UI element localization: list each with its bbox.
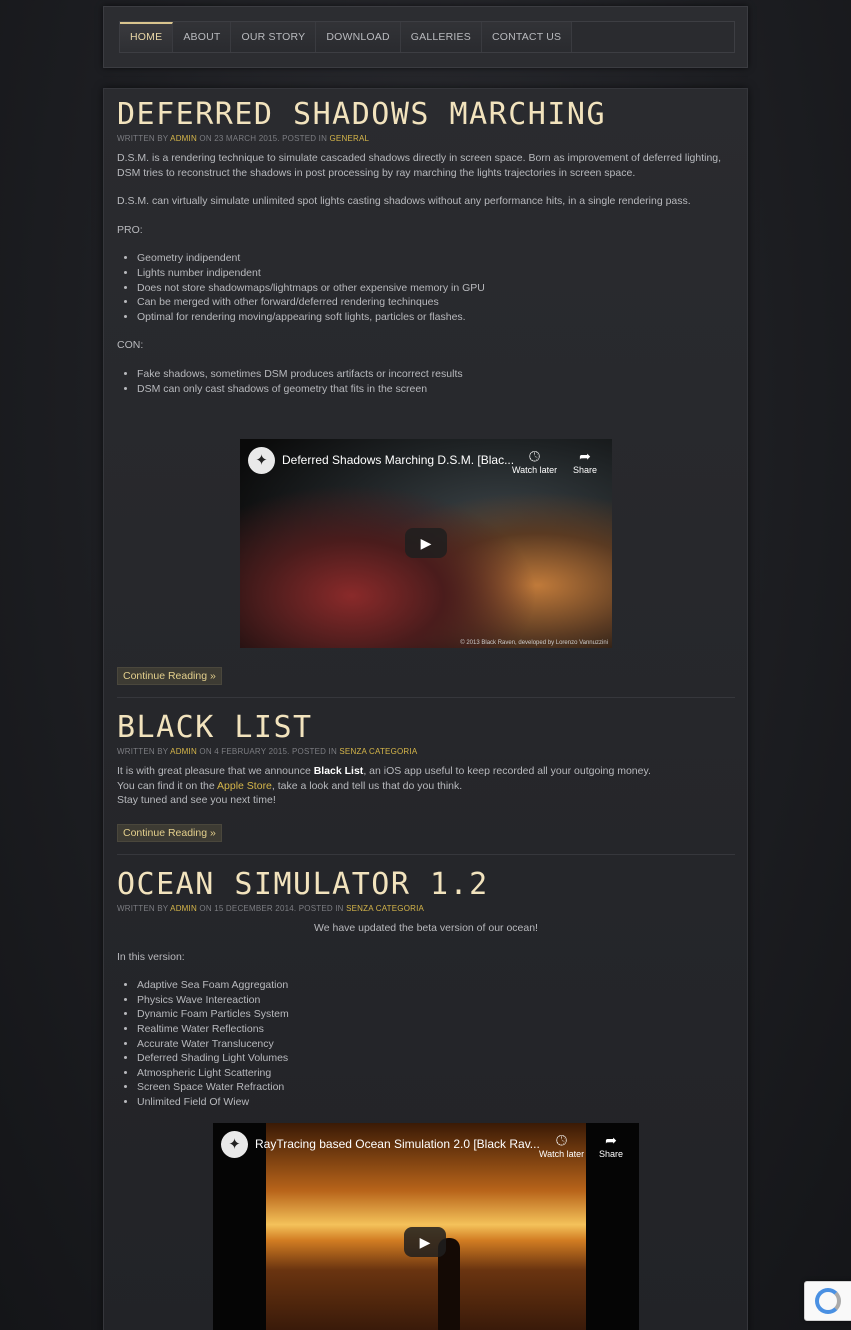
- post-paragraph: D.S.M. can virtually simulate unlimited …: [117, 195, 691, 208]
- category-link[interactable]: SENZA CATEGORIA: [339, 747, 417, 756]
- list-item: Accurate Water Translucency: [137, 1037, 735, 1052]
- meta-date: ON 15 DECEMBER 2014. POSTED IN: [199, 904, 344, 913]
- watch-later-button[interactable]: 🕓︎ Watch later: [539, 1131, 584, 1159]
- share-icon: ➦: [605, 1132, 617, 1148]
- recaptcha-icon: [815, 1288, 841, 1314]
- nav-download[interactable]: DOWNLOAD: [316, 22, 401, 52]
- author-link[interactable]: ADMIN: [170, 134, 197, 143]
- text-segment: You can find it on the: [117, 779, 218, 792]
- nav-about[interactable]: ABOUT: [173, 22, 232, 52]
- list-item: Fake shadows, sometimes DSM produces art…: [137, 367, 735, 382]
- play-button[interactable]: ▶: [404, 1227, 446, 1257]
- post-meta: WRITTEN BY ADMIN ON 23 MARCH 2015. POSTE…: [117, 134, 735, 143]
- post-divider: [117, 854, 735, 855]
- con-list: Fake shadows, sometimes DSM produces art…: [137, 367, 735, 396]
- video-title[interactable]: Deferred Shadows Marching D.S.M. [Blac..…: [282, 453, 514, 467]
- continue-wrapper: Continue Reading »: [117, 666, 222, 685]
- meta-written-by: WRITTEN BY: [117, 904, 169, 913]
- share-icon: ➦: [579, 448, 591, 464]
- video-player-ocean[interactable]: ✦ RayTracing based Ocean Simulation 2.0 …: [213, 1123, 639, 1330]
- list-item: Physics Wave Intereaction: [137, 993, 735, 1008]
- play-button[interactable]: ▶: [405, 528, 447, 558]
- meta-date: ON 4 FEBRUARY 2015. POSTED IN: [199, 747, 337, 756]
- category-link[interactable]: GENERAL: [330, 134, 370, 143]
- category-link[interactable]: SENZA CATEGORIA: [346, 904, 424, 913]
- con-label: CON:: [117, 339, 144, 352]
- list-item: Atmospheric Light Scattering: [137, 1066, 735, 1081]
- video-credit: © 2013 Black Raven, developed by Lorenzo…: [460, 640, 608, 646]
- nav-home[interactable]: HOME: [120, 22, 174, 52]
- text-segment: , an iOS app useful to keep recorded all…: [363, 765, 651, 777]
- list-item: Unlimited Field Of Wiew: [137, 1095, 735, 1110]
- post-title[interactable]: DEFERRED SHADOWS MARCHING: [117, 98, 735, 132]
- text-segment: Stay tuned and see you next time!: [117, 794, 276, 807]
- meta-written-by: WRITTEN BY: [117, 134, 169, 143]
- post-title[interactable]: BLACK LIST: [117, 711, 735, 745]
- content-area: DEFERRED SHADOWS MARCHING WRITTEN BY ADM…: [103, 88, 748, 1330]
- post-paragraph: We have updated the beta version of our …: [314, 922, 538, 934]
- app-name: Black List: [313, 765, 364, 777]
- recaptcha-badge[interactable]: [804, 1281, 851, 1321]
- channel-logo-icon[interactable]: ✦: [248, 447, 275, 474]
- continue-reading-button[interactable]: Continue Reading »: [117, 823, 222, 842]
- share-button[interactable]: ➦ Share: [573, 447, 597, 475]
- share-label: Share: [573, 465, 598, 475]
- author-link[interactable]: ADMIN: [170, 904, 197, 913]
- channel-logo-icon[interactable]: ✦: [221, 1131, 248, 1158]
- list-item: Optimal for rendering moving/appearing s…: [137, 310, 735, 325]
- pro-label: PRO:: [117, 223, 143, 236]
- clock-icon: 🕓︎: [529, 448, 541, 464]
- post-paragraph: It is with great pleasure that we announ…: [117, 764, 735, 808]
- list-item: Geometry indipendent: [137, 251, 735, 266]
- post-ocean-simulator: OCEAN SIMULATOR 1.2 WRITTEN BY ADMIN ON …: [117, 868, 735, 1110]
- video-title[interactable]: RayTracing based Ocean Simulation 2.0 [B…: [255, 1137, 540, 1151]
- pro-list: Geometry indipendent Lights number indip…: [137, 251, 735, 324]
- share-button[interactable]: ➦ Share: [599, 1131, 623, 1159]
- meta-written-by: WRITTEN BY: [117, 747, 169, 756]
- list-item: Can be merged with other forward/deferre…: [137, 295, 735, 310]
- post-deferred-shadows: DEFERRED SHADOWS MARCHING WRITTEN BY ADM…: [117, 98, 735, 396]
- list-item: Screen Space Water Refraction: [137, 1080, 735, 1095]
- post-body: We have updated the beta version of our …: [117, 921, 735, 1110]
- post-meta: WRITTEN BY ADMIN ON 15 DECEMBER 2014. PO…: [117, 904, 735, 913]
- nav-our-story[interactable]: OUR STORY: [231, 22, 317, 52]
- share-label: Share: [599, 1149, 624, 1159]
- watch-later-label: Watch later: [539, 1149, 585, 1159]
- text-segment: It is with great pleasure that we announ…: [117, 765, 314, 777]
- nav-galleries[interactable]: GALLERIES: [400, 22, 482, 52]
- post-divider: [117, 697, 735, 698]
- main-navigation: HOME ABOUT OUR STORY DOWNLOAD GALLERIES …: [119, 21, 735, 53]
- version-label: In this version:: [117, 950, 185, 963]
- continue-wrapper: Continue Reading »: [117, 823, 735, 842]
- meta-date: ON 23 MARCH 2015. POSTED IN: [199, 134, 328, 143]
- feature-list: Adaptive Sea Foam Aggregation Physics Wa…: [137, 978, 735, 1109]
- clock-icon: 🕓︎: [556, 1132, 568, 1148]
- list-item: Adaptive Sea Foam Aggregation: [137, 978, 735, 993]
- header: HOME ABOUT OUR STORY DOWNLOAD GALLERIES …: [103, 6, 748, 68]
- post-paragraph: D.S.M. is a rendering technique to simul…: [117, 152, 722, 179]
- list-item: DSM can only cast shadows of geometry th…: [137, 382, 735, 397]
- list-item: Does not store shadowmaps/lightmaps or o…: [137, 281, 735, 296]
- post-body: D.S.M. is a rendering technique to simul…: [117, 151, 735, 396]
- text-segment: , take a look and tell us that do you th…: [271, 779, 463, 792]
- post-title[interactable]: OCEAN SIMULATOR 1.2: [117, 868, 735, 902]
- post-black-list: BLACK LIST WRITTEN BY ADMIN ON 4 FEBRUAR…: [117, 711, 735, 842]
- list-item: Lights number indipendent: [137, 266, 735, 281]
- watch-later-label: Watch later: [512, 465, 558, 475]
- watch-later-button[interactable]: 🕓︎ Watch later: [512, 447, 557, 475]
- continue-reading-button[interactable]: Continue Reading »: [117, 667, 222, 685]
- author-link[interactable]: ADMIN: [170, 747, 197, 756]
- list-item: Dynamic Foam Particles System: [137, 1007, 735, 1022]
- nav-contact-us[interactable]: CONTACT US: [481, 22, 573, 52]
- post-meta: WRITTEN BY ADMIN ON 4 FEBRUARY 2015. POS…: [117, 747, 735, 756]
- apple-store-link[interactable]: Apple Store: [217, 780, 272, 792]
- list-item: Deferred Shading Light Volumes: [137, 1051, 735, 1066]
- list-item: Realtime Water Reflections: [137, 1022, 735, 1037]
- video-player-dsm[interactable]: ✦ Deferred Shadows Marching D.S.M. [Blac…: [240, 439, 612, 648]
- post-body: It is with great pleasure that we announ…: [117, 764, 735, 808]
